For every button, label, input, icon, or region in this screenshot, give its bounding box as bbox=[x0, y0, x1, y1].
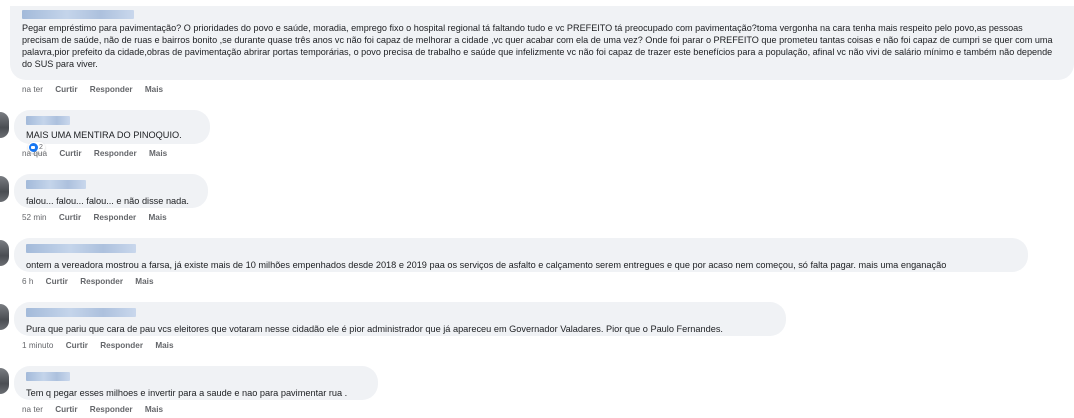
more-link[interactable]: Mais bbox=[135, 277, 153, 286]
comment-bubble: Pura que pariu que cara de pau vcs eleit… bbox=[14, 302, 786, 336]
author-name-redacted[interactable] bbox=[26, 372, 70, 381]
comment-actions: 52 min Curtir Responder Mais bbox=[22, 213, 177, 222]
reply-link[interactable]: Responder bbox=[90, 405, 133, 414]
author-name-redacted[interactable] bbox=[26, 244, 136, 253]
comment-actions: na ter Curtir Responder Mais bbox=[22, 85, 173, 94]
comment-text: ontem a vereadora mostrou a farsa, já ex… bbox=[26, 260, 947, 270]
comment-bubble: Pegar empréstimo para pavimentação? O pr… bbox=[10, 6, 1074, 80]
more-link[interactable]: Mais bbox=[149, 149, 167, 158]
comment-time[interactable]: 1 minuto bbox=[22, 341, 53, 350]
comment-actions: 1 minuto Curtir Responder Mais bbox=[22, 341, 184, 350]
reply-link[interactable]: Responder bbox=[94, 149, 137, 158]
comment-text-content: MAIS UMA MENTIRA DO PINOQUIO. bbox=[26, 130, 182, 140]
comment-time[interactable]: na ter bbox=[22, 85, 43, 94]
avatar[interactable] bbox=[0, 368, 9, 394]
comment-actions: na qua Curtir Responder Mais bbox=[22, 149, 177, 158]
comment-text: falou... falou... falou... e não disse n… bbox=[26, 196, 189, 206]
comment-bubble: Tem q pegar esses milhoes e invertir par… bbox=[14, 366, 378, 400]
comment-text: Tem q pegar esses milhoes e invertir par… bbox=[26, 388, 348, 398]
author-name-redacted[interactable] bbox=[26, 116, 70, 125]
comment-bubble: MAIS UMA MENTIRA DO PINOQUIO. 2 bbox=[14, 110, 210, 154]
comment-bubble: falou... falou... falou... e não disse n… bbox=[14, 174, 208, 208]
like-link[interactable]: Curtir bbox=[59, 213, 81, 222]
avatar[interactable] bbox=[0, 304, 9, 330]
comment-text: Pura que pariu que cara de pau vcs eleit… bbox=[26, 324, 723, 334]
reply-link[interactable]: Responder bbox=[100, 341, 143, 350]
like-link[interactable]: Curtir bbox=[55, 85, 77, 94]
author-name-redacted[interactable] bbox=[26, 308, 136, 317]
avatar[interactable] bbox=[0, 176, 9, 202]
more-link[interactable]: Mais bbox=[155, 341, 173, 350]
reply-link[interactable]: Responder bbox=[90, 85, 133, 94]
avatar[interactable] bbox=[0, 240, 9, 266]
avatar[interactable] bbox=[0, 112, 9, 138]
comment-bubble: ontem a vereadora mostrou a farsa, já ex… bbox=[14, 238, 1028, 272]
more-link[interactable]: Mais bbox=[145, 85, 163, 94]
comment-time[interactable]: na qua bbox=[22, 149, 47, 158]
author-name-redacted[interactable] bbox=[22, 10, 134, 19]
comment-time[interactable]: 6 h bbox=[22, 277, 33, 286]
like-link[interactable]: Curtir bbox=[66, 341, 88, 350]
comment-actions: 6 h Curtir Responder Mais bbox=[22, 277, 164, 286]
comment-time[interactable]: 52 min bbox=[22, 213, 47, 222]
reply-link[interactable]: Responder bbox=[93, 213, 136, 222]
comment-text: Pegar empréstimo para pavimentação? O pr… bbox=[22, 23, 1053, 69]
comment-time[interactable]: na ter bbox=[22, 405, 43, 414]
like-link[interactable]: Curtir bbox=[46, 277, 68, 286]
more-link[interactable]: Mais bbox=[148, 213, 166, 222]
more-link[interactable]: Mais bbox=[145, 405, 163, 414]
comment-actions: na ter Curtir Responder Mais bbox=[22, 405, 173, 414]
like-link[interactable]: Curtir bbox=[59, 149, 81, 158]
author-name-redacted[interactable] bbox=[26, 180, 86, 189]
like-link[interactable]: Curtir bbox=[55, 405, 77, 414]
reply-link[interactable]: Responder bbox=[80, 277, 123, 286]
